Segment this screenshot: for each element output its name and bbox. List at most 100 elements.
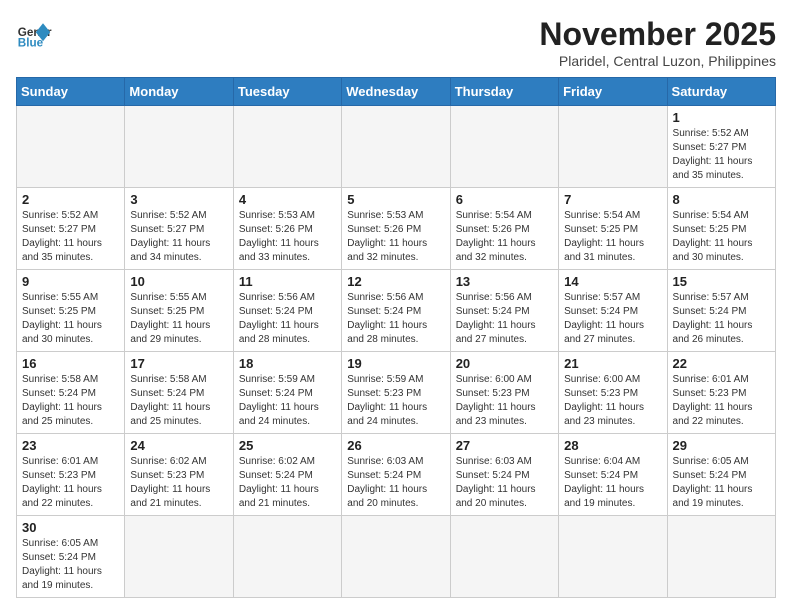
calendar-cell xyxy=(342,106,450,188)
day-number: 28 xyxy=(564,438,661,453)
calendar-cell: 5Sunrise: 5:53 AM Sunset: 5:26 PM Daylig… xyxy=(342,188,450,270)
day-number: 14 xyxy=(564,274,661,289)
day-info: Sunrise: 6:01 AM Sunset: 5:23 PM Dayligh… xyxy=(673,373,770,429)
calendar-cell: 25 Sunrise: 6:02 AM Sunset: 5:24 PM Dayli… xyxy=(233,434,341,516)
day-info: Sunrise: 5:56 AM Sunset: 5:24 PM Dayligh… xyxy=(347,291,444,347)
calendar-cell: 22 Sunrise: 6:01 AM Sunset: 5:23 PM Dayli… xyxy=(667,352,775,434)
day-info: Sunrise: 5:57 AM Sunset: 5:24 PM Dayligh… xyxy=(564,291,661,347)
calendar-cell: 28 Sunrise: 6:04 AM Sunset: 5:24 PM Dayli… xyxy=(559,434,667,516)
day-number: 21 xyxy=(564,356,661,371)
calendar-table: SundayMondayTuesdayWednesdayThursdayFrid… xyxy=(16,77,776,598)
day-number: 8 xyxy=(673,192,770,207)
calendar-cell: 27Sunrise: 6:03 AM Sunset: 5:24 PM Dayli… xyxy=(450,434,558,516)
day-info: Sunrise: 5:54 AM Sunset: 5:25 PM Dayligh… xyxy=(564,209,661,265)
calendar-cell xyxy=(125,106,233,188)
day-info: Sunrise: 6:03 AM Sunset: 5:24 PM Dayligh… xyxy=(456,455,553,511)
calendar-cell xyxy=(450,106,558,188)
calendar-cell: 8 Sunrise: 5:54 AM Sunset: 5:25 PM Daylig… xyxy=(667,188,775,270)
calendar-cell xyxy=(450,516,558,598)
day-number: 7 xyxy=(564,192,661,207)
logo-icon: General Blue xyxy=(16,16,52,52)
day-info: Sunrise: 6:05 AM Sunset: 5:24 PM Dayligh… xyxy=(673,455,770,511)
weekday-header-saturday: Saturday xyxy=(667,78,775,106)
calendar-cell: 12 Sunrise: 5:56 AM Sunset: 5:24 PM Dayli… xyxy=(342,270,450,352)
day-info: Sunrise: 6:00 AM Sunset: 5:23 PM Dayligh… xyxy=(564,373,661,429)
day-number: 6 xyxy=(456,192,553,207)
calendar-cell: 9 Sunrise: 5:55 AM Sunset: 5:25 PM Daylig… xyxy=(17,270,125,352)
day-info: Sunrise: 6:02 AM Sunset: 5:24 PM Dayligh… xyxy=(239,455,336,511)
calendar-cell: 10 Sunrise: 5:55 AM Sunset: 5:25 PM Dayli… xyxy=(125,270,233,352)
week-row-5: 23 Sunrise: 6:01 AM Sunset: 5:23 PM Dayli… xyxy=(17,434,776,516)
calendar-cell: 1Sunrise: 5:52 AM Sunset: 5:27 PM Daylig… xyxy=(667,106,775,188)
calendar-cell: 13 Sunrise: 5:56 AM Sunset: 5:24 PM Dayli… xyxy=(450,270,558,352)
calendar-cell: 20Sunrise: 6:00 AM Sunset: 5:23 PM Dayli… xyxy=(450,352,558,434)
day-number: 16 xyxy=(22,356,119,371)
calendar-cell: 6 Sunrise: 5:54 AM Sunset: 5:26 PM Daylig… xyxy=(450,188,558,270)
weekday-header-tuesday: Tuesday xyxy=(233,78,341,106)
day-info: Sunrise: 5:55 AM Sunset: 5:25 PM Dayligh… xyxy=(22,291,119,347)
calendar-cell: 29Sunrise: 6:05 AM Sunset: 5:24 PM Dayli… xyxy=(667,434,775,516)
day-info: Sunrise: 6:05 AM Sunset: 5:24 PM Dayligh… xyxy=(22,537,119,593)
day-number: 10 xyxy=(130,274,227,289)
day-info: Sunrise: 6:04 AM Sunset: 5:24 PM Dayligh… xyxy=(564,455,661,511)
day-number: 24 xyxy=(130,438,227,453)
logo: General Blue xyxy=(16,16,52,52)
calendar-cell: 26 Sunrise: 6:03 AM Sunset: 5:24 PM Dayli… xyxy=(342,434,450,516)
day-info: Sunrise: 5:57 AM Sunset: 5:24 PM Dayligh… xyxy=(673,291,770,347)
day-info: Sunrise: 6:00 AM Sunset: 5:23 PM Dayligh… xyxy=(456,373,553,429)
day-info: Sunrise: 5:52 AM Sunset: 5:27 PM Dayligh… xyxy=(673,127,770,183)
week-row-3: 9 Sunrise: 5:55 AM Sunset: 5:25 PM Daylig… xyxy=(17,270,776,352)
calendar-cell xyxy=(342,516,450,598)
day-info: Sunrise: 6:03 AM Sunset: 5:24 PM Dayligh… xyxy=(347,455,444,511)
day-number: 26 xyxy=(347,438,444,453)
day-info: Sunrise: 5:55 AM Sunset: 5:25 PM Dayligh… xyxy=(130,291,227,347)
weekday-header-friday: Friday xyxy=(559,78,667,106)
subtitle: Plaridel, Central Luzon, Philippines xyxy=(539,53,776,69)
calendar-cell: 24 Sunrise: 6:02 AM Sunset: 5:23 PM Dayli… xyxy=(125,434,233,516)
calendar-cell xyxy=(125,516,233,598)
day-number: 4 xyxy=(239,192,336,207)
day-number: 13 xyxy=(456,274,553,289)
calendar-cell: 2Sunrise: 5:52 AM Sunset: 5:27 PM Daylig… xyxy=(17,188,125,270)
day-number: 22 xyxy=(673,356,770,371)
calendar-cell xyxy=(233,106,341,188)
calendar-cell: 19Sunrise: 5:59 AM Sunset: 5:23 PM Dayli… xyxy=(342,352,450,434)
month-title: November 2025 xyxy=(539,16,776,53)
day-info: Sunrise: 5:54 AM Sunset: 5:25 PM Dayligh… xyxy=(673,209,770,265)
day-number: 11 xyxy=(239,274,336,289)
day-info: Sunrise: 5:52 AM Sunset: 5:27 PM Dayligh… xyxy=(22,209,119,265)
calendar-cell: 7 Sunrise: 5:54 AM Sunset: 5:25 PM Daylig… xyxy=(559,188,667,270)
day-number: 23 xyxy=(22,438,119,453)
calendar-cell: 4 Sunrise: 5:53 AM Sunset: 5:26 PM Daylig… xyxy=(233,188,341,270)
day-number: 17 xyxy=(130,356,227,371)
day-info: Sunrise: 5:56 AM Sunset: 5:24 PM Dayligh… xyxy=(456,291,553,347)
calendar-cell: 18 Sunrise: 5:59 AM Sunset: 5:24 PM Dayli… xyxy=(233,352,341,434)
day-number: 9 xyxy=(22,274,119,289)
day-number: 25 xyxy=(239,438,336,453)
day-info: Sunrise: 6:01 AM Sunset: 5:23 PM Dayligh… xyxy=(22,455,119,511)
day-number: 12 xyxy=(347,274,444,289)
day-info: Sunrise: 5:59 AM Sunset: 5:23 PM Dayligh… xyxy=(347,373,444,429)
calendar-cell: 3Sunrise: 5:52 AM Sunset: 5:27 PM Daylig… xyxy=(125,188,233,270)
day-info: Sunrise: 5:54 AM Sunset: 5:26 PM Dayligh… xyxy=(456,209,553,265)
calendar-cell: 17Sunrise: 5:58 AM Sunset: 5:24 PM Dayli… xyxy=(125,352,233,434)
day-info: Sunrise: 5:59 AM Sunset: 5:24 PM Dayligh… xyxy=(239,373,336,429)
calendar-cell: 23 Sunrise: 6:01 AM Sunset: 5:23 PM Dayli… xyxy=(17,434,125,516)
calendar-cell: 11Sunrise: 5:56 AM Sunset: 5:24 PM Dayli… xyxy=(233,270,341,352)
day-number: 3 xyxy=(130,192,227,207)
day-number: 5 xyxy=(347,192,444,207)
calendar-cell xyxy=(559,106,667,188)
weekday-header-thursday: Thursday xyxy=(450,78,558,106)
day-info: Sunrise: 5:53 AM Sunset: 5:26 PM Dayligh… xyxy=(239,209,336,265)
weekday-header-sunday: Sunday xyxy=(17,78,125,106)
calendar-cell: 30Sunrise: 6:05 AM Sunset: 5:24 PM Dayli… xyxy=(17,516,125,598)
calendar-cell xyxy=(17,106,125,188)
day-number: 18 xyxy=(239,356,336,371)
calendar-cell xyxy=(667,516,775,598)
day-info: Sunrise: 6:02 AM Sunset: 5:23 PM Dayligh… xyxy=(130,455,227,511)
calendar-cell: 16Sunrise: 5:58 AM Sunset: 5:24 PM Dayli… xyxy=(17,352,125,434)
day-number: 15 xyxy=(673,274,770,289)
svg-text:Blue: Blue xyxy=(18,37,44,50)
calendar-cell xyxy=(233,516,341,598)
calendar-cell: 15 Sunrise: 5:57 AM Sunset: 5:24 PM Dayli… xyxy=(667,270,775,352)
